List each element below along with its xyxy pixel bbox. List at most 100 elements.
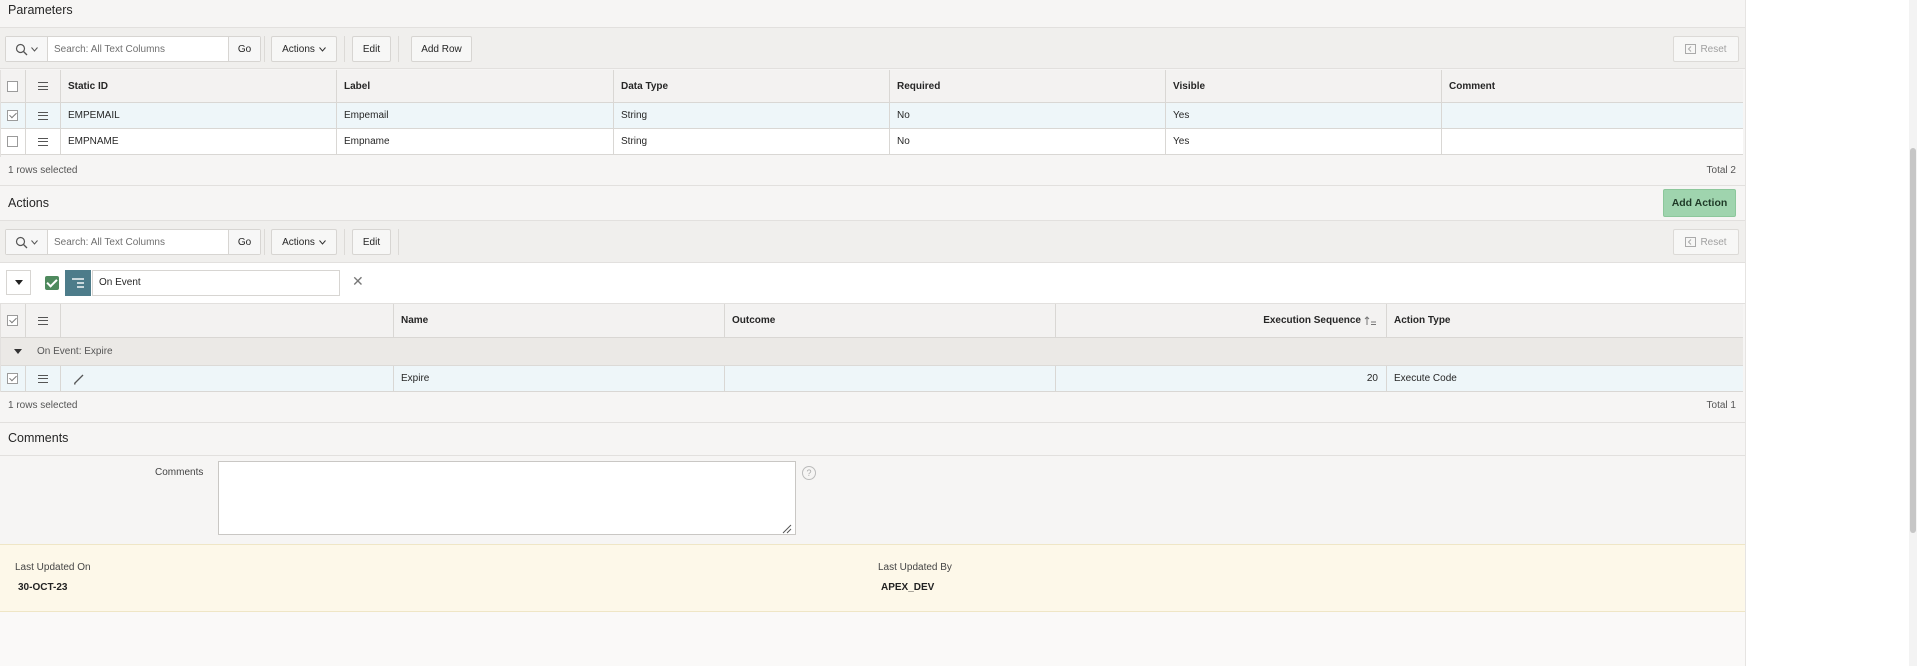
cell-visible[interactable]: Yes bbox=[1166, 129, 1442, 154]
group-label: On Event: Expire bbox=[37, 346, 113, 357]
table-row[interactable]: EMPEMAIL Empemail String No Yes bbox=[1, 103, 1743, 129]
row-checkbox[interactable] bbox=[1, 366, 26, 391]
parameters-edit-button[interactable]: Edit bbox=[352, 36, 391, 62]
toolbar-divider bbox=[264, 36, 265, 62]
toolbar-divider bbox=[264, 229, 265, 255]
control-break-group-row[interactable]: On Event: Expire bbox=[1, 338, 1743, 366]
toolbar-divider bbox=[344, 36, 345, 62]
cell-name[interactable]: Expire bbox=[394, 366, 725, 391]
toolbar-divider bbox=[398, 229, 399, 255]
search-icon bbox=[15, 236, 28, 248]
chevron-down-icon bbox=[31, 239, 38, 245]
add-action-button[interactable]: Add Action bbox=[1663, 189, 1736, 217]
cell-visible[interactable]: Yes bbox=[1166, 103, 1442, 128]
parameters-search-input[interactable] bbox=[48, 37, 228, 61]
select-all-checkbox[interactable] bbox=[1, 70, 26, 102]
reset-icon bbox=[1685, 237, 1697, 247]
last-updated-on-label: Last Updated On bbox=[15, 562, 91, 573]
actions-reset-button[interactable]: Reset bbox=[1673, 229, 1739, 255]
column-header-comment[interactable]: Comment bbox=[1442, 70, 1743, 102]
actions-search-input[interactable] bbox=[48, 230, 228, 254]
total-count: Total 1 bbox=[1706, 400, 1736, 411]
control-break-enabled-checkbox[interactable] bbox=[45, 276, 59, 290]
header-actions-menu[interactable] bbox=[26, 304, 61, 337]
main-content: Parameters Go Actions Edit Add Row Reset… bbox=[0, 0, 1745, 666]
parameters-region-header bbox=[0, 0, 1745, 28]
control-break-toggle[interactable] bbox=[6, 270, 31, 295]
parameters-search-group: Go bbox=[5, 36, 261, 62]
last-updated-by-label: Last Updated By bbox=[878, 562, 952, 573]
page-bottom-spacer bbox=[0, 612, 1745, 666]
actions-label: Actions bbox=[282, 236, 315, 248]
actions-go-button[interactable]: Go bbox=[228, 230, 260, 254]
table-row[interactable]: Expire 20 Execute Code bbox=[1, 366, 1743, 392]
column-header-static-id[interactable]: Static ID bbox=[61, 70, 337, 102]
cell-execution-sequence[interactable]: 20 bbox=[1056, 366, 1387, 391]
row-edit-link[interactable] bbox=[61, 366, 394, 391]
cell-label[interactable]: Empemail bbox=[337, 103, 614, 128]
actions-edit-button[interactable]: Edit bbox=[352, 229, 391, 255]
column-header-required[interactable]: Required bbox=[890, 70, 1166, 102]
table-row[interactable]: EMPNAME Empname String No Yes bbox=[1, 129, 1743, 155]
cell-action-type[interactable]: Execute Code bbox=[1387, 366, 1743, 391]
page-scrollbar[interactable] bbox=[1909, 0, 1917, 666]
row-actions-menu[interactable] bbox=[26, 129, 61, 154]
row-checkbox[interactable] bbox=[1, 103, 26, 128]
resize-handle-icon[interactable] bbox=[782, 524, 792, 534]
parameters-grid: Static ID Label Data Type Required Visib… bbox=[0, 70, 1743, 157]
parameters-toolbar: Go Actions Edit Add Row Reset bbox=[0, 28, 1745, 69]
parameters-reset-button[interactable]: Reset bbox=[1673, 36, 1739, 62]
close-icon[interactable]: ✕ bbox=[352, 273, 364, 290]
pencil-icon bbox=[74, 374, 84, 384]
chevron-down-icon bbox=[31, 46, 38, 52]
cell-required[interactable]: No bbox=[890, 103, 1166, 128]
cell-static-id[interactable]: EMPEMAIL bbox=[61, 103, 337, 128]
column-header-data-type[interactable]: Data Type bbox=[614, 70, 890, 102]
select-all-checkbox[interactable] bbox=[1, 304, 26, 337]
actions-title: Actions bbox=[8, 196, 49, 210]
caret-down-icon bbox=[14, 349, 22, 354]
parameters-grid-footer: 1 rows selected Total 2 bbox=[0, 157, 1745, 185]
row-actions-menu[interactable] bbox=[26, 103, 61, 128]
column-header-name[interactable]: Name bbox=[394, 304, 725, 337]
cell-required[interactable]: No bbox=[890, 129, 1166, 154]
selection-count: 1 rows selected bbox=[8, 165, 78, 176]
cell-data-type[interactable]: String bbox=[614, 103, 890, 128]
column-header-action-type[interactable]: Action Type bbox=[1387, 304, 1743, 337]
column-header-execution-sequence[interactable]: Execution Sequence bbox=[1056, 304, 1387, 337]
cell-outcome[interactable] bbox=[725, 366, 1056, 391]
control-break-field[interactable]: On Event bbox=[92, 270, 340, 296]
comments-field-label: Comments bbox=[155, 467, 204, 478]
column-header-visible[interactable]: Visible bbox=[1166, 70, 1442, 102]
reset-label: Reset bbox=[1700, 236, 1727, 248]
column-header-label[interactable]: Label bbox=[337, 70, 614, 102]
search-column-selector[interactable] bbox=[6, 230, 48, 254]
chevron-down-icon bbox=[319, 239, 326, 245]
cell-data-type[interactable]: String bbox=[614, 129, 890, 154]
cell-comment[interactable] bbox=[1442, 129, 1743, 154]
menu-icon bbox=[38, 137, 48, 146]
add-row-button[interactable]: Add Row bbox=[411, 36, 472, 62]
column-header-edit bbox=[61, 304, 394, 337]
help-icon[interactable]: ? bbox=[802, 466, 816, 480]
toolbar-divider bbox=[344, 229, 345, 255]
search-column-selector[interactable] bbox=[6, 37, 48, 61]
header-actions-menu[interactable] bbox=[26, 70, 61, 102]
parameters-go-button[interactable]: Go bbox=[228, 37, 260, 61]
actions-actions-button[interactable]: Actions bbox=[271, 229, 337, 255]
column-header-outcome[interactable]: Outcome bbox=[725, 304, 1056, 337]
row-checkbox[interactable] bbox=[1, 129, 26, 154]
selection-count: 1 rows selected bbox=[8, 400, 78, 411]
actions-toolbar: Go Actions Edit Reset bbox=[0, 221, 1745, 263]
scrollbar-thumb[interactable] bbox=[1910, 148, 1916, 533]
reset-label: Reset bbox=[1700, 43, 1727, 55]
sort-ascending-icon bbox=[1364, 315, 1376, 325]
comments-textarea[interactable] bbox=[218, 461, 796, 535]
row-actions-menu[interactable] bbox=[26, 366, 61, 391]
cell-static-id[interactable]: EMPNAME bbox=[61, 129, 337, 154]
parameters-actions-button[interactable]: Actions bbox=[271, 36, 337, 62]
menu-icon bbox=[38, 111, 48, 120]
cell-label[interactable]: Empname bbox=[337, 129, 614, 154]
cell-comment[interactable] bbox=[1442, 103, 1743, 128]
last-updated-on-value: 30-OCT-23 bbox=[18, 582, 68, 593]
